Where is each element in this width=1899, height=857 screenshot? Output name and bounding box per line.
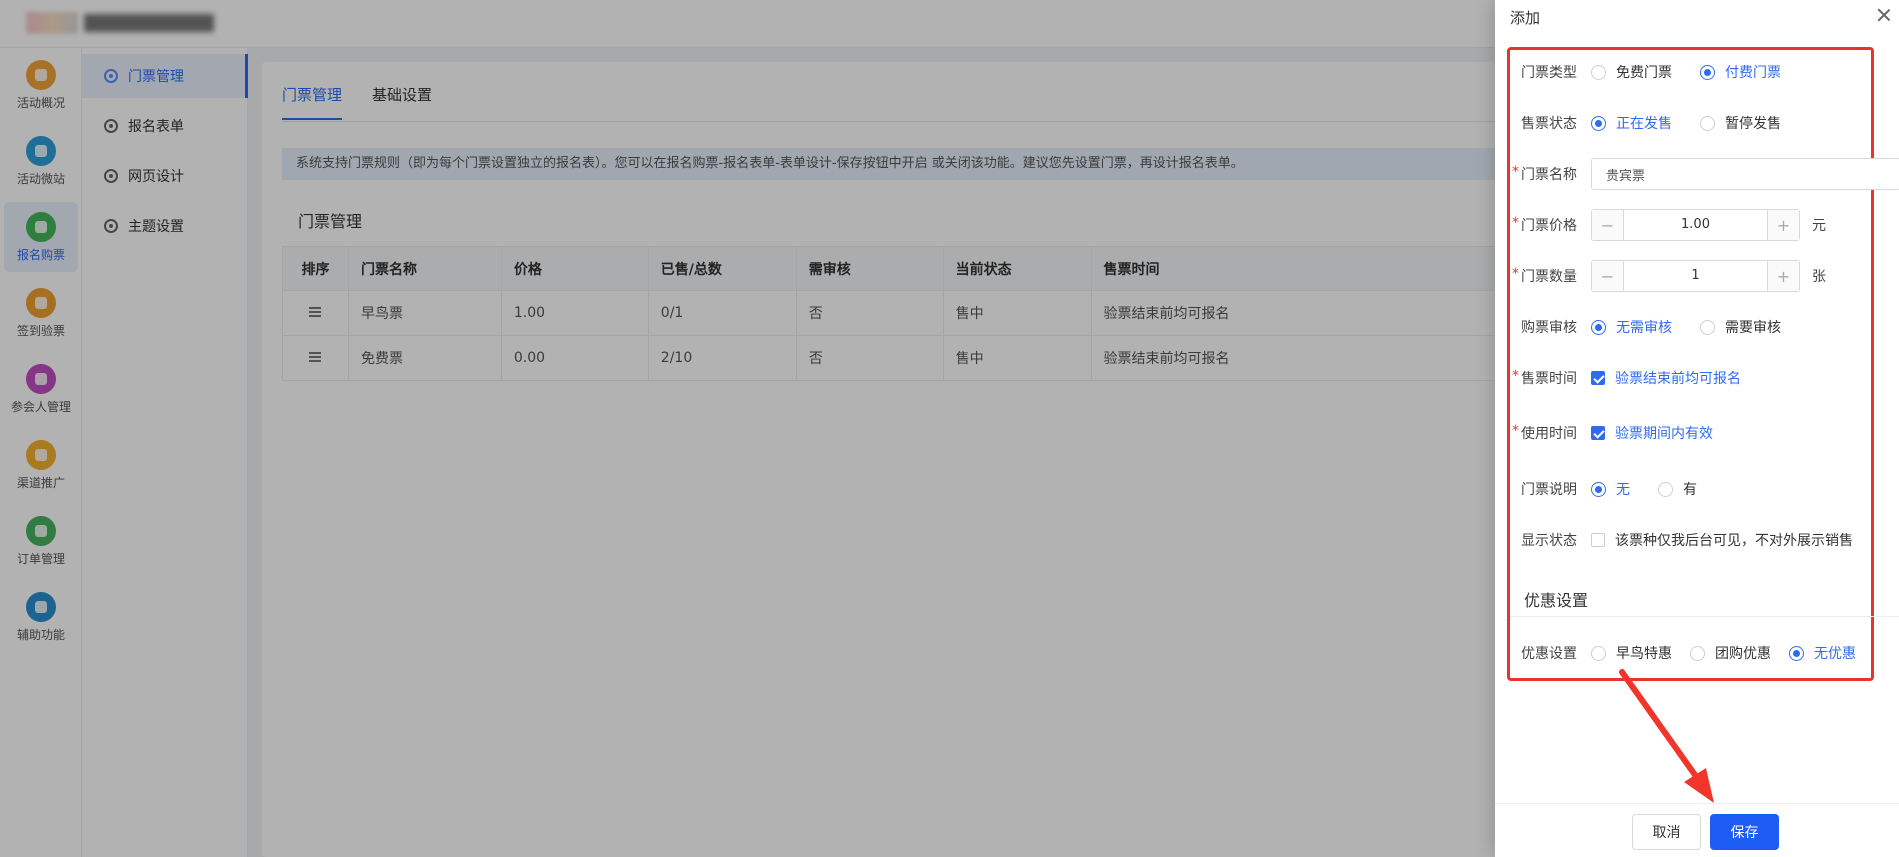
ticket-qty-row: 门票数量 − 1 + 张 xyxy=(1512,260,1826,292)
option-label: 付费门票 xyxy=(1725,65,1781,81)
discount-section-title: 优惠设置 xyxy=(1524,591,1589,610)
option-label: 暂停发售 xyxy=(1725,116,1781,132)
radio-icon xyxy=(1591,481,1606,497)
field-label: 门票名称 xyxy=(1512,164,1581,184)
ticket-name-row: 门票名称 xyxy=(1512,158,1899,190)
option-label: 有 xyxy=(1683,482,1697,498)
option-label: 无 xyxy=(1616,482,1630,498)
radio-icon xyxy=(1591,115,1606,131)
ticket-type-row: 门票类型 免费门票 付费门票 xyxy=(1521,58,1809,86)
option-label: 需要审核 xyxy=(1725,320,1781,336)
radio-on-sale[interactable]: 正在发售 xyxy=(1591,113,1672,133)
checkbox-icon xyxy=(1591,371,1605,385)
price-value[interactable]: 1.00 xyxy=(1624,210,1767,240)
field-label: 门票价格 xyxy=(1512,215,1581,235)
unit-label: 元 xyxy=(1812,218,1826,234)
option-label: 免费门票 xyxy=(1616,65,1672,81)
radio-no-description[interactable]: 无 xyxy=(1591,479,1630,499)
qty-value[interactable]: 1 xyxy=(1624,261,1767,291)
radio-icon xyxy=(1591,319,1606,335)
radio-early-bird[interactable]: 早鸟特惠 xyxy=(1591,643,1672,663)
use-time-row: 使用时间 验票期间内有效 xyxy=(1512,419,1741,447)
field-label: 优惠设置 xyxy=(1521,646,1577,662)
cancel-button[interactable]: 取消 xyxy=(1632,814,1701,850)
section-divider xyxy=(1510,616,1899,617)
radio-need-review[interactable]: 需要审核 xyxy=(1700,317,1781,337)
price-stepper: − 1.00 + xyxy=(1591,209,1800,241)
field-label: 购票审核 xyxy=(1521,320,1577,336)
save-button[interactable]: 保存 xyxy=(1710,814,1779,850)
ticket-price-row: 门票价格 − 1.00 + 元 xyxy=(1512,209,1826,241)
field-label: 门票说明 xyxy=(1521,482,1577,498)
decrement-button[interactable]: − xyxy=(1592,261,1624,291)
radio-icon xyxy=(1789,645,1804,661)
field-label: 门票数量 xyxy=(1512,266,1581,286)
radio-icon xyxy=(1658,481,1673,497)
checkbox-valid-during-check[interactable]: 验票期间内有效 xyxy=(1591,423,1713,443)
radio-pause-sale[interactable]: 暂停发售 xyxy=(1700,113,1781,133)
field-label: 显示状态 xyxy=(1521,533,1577,549)
radio-free-ticket[interactable]: 免费门票 xyxy=(1591,62,1672,82)
option-label: 团购优惠 xyxy=(1715,646,1771,662)
radio-icon xyxy=(1700,319,1715,335)
option-label: 无优惠 xyxy=(1814,646,1856,662)
sale-status-row: 售票状态 正在发售 暂停发售 xyxy=(1521,109,1809,137)
radio-icon xyxy=(1591,64,1606,80)
radio-paid-ticket[interactable]: 付费门票 xyxy=(1700,62,1781,82)
radio-icon xyxy=(1700,64,1715,80)
sale-time-row: 售票时间 验票结束前均可报名 xyxy=(1512,364,1769,392)
add-ticket-drawer: 添加 门票类型 免费门票 付费门票 售票状态 正在发售 暂停发售 门票名称 门票… xyxy=(1495,0,1899,857)
drawer-title: 添加 xyxy=(1510,9,1541,27)
close-icon[interactable] xyxy=(1875,6,1893,24)
option-label: 该票种仅我后台可见，不对外展示销售 xyxy=(1615,533,1853,549)
increment-button[interactable]: + xyxy=(1767,261,1799,291)
option-label: 无需审核 xyxy=(1616,320,1672,336)
checkbox-icon xyxy=(1591,533,1605,547)
unit-label: 张 xyxy=(1812,269,1826,285)
display-row: 显示状态 该票种仅我后台可见，不对外展示销售 xyxy=(1521,526,1881,554)
radio-group-discount[interactable]: 团购优惠 xyxy=(1690,643,1771,663)
option-label: 验票结束前均可报名 xyxy=(1615,371,1741,387)
field-label: 售票状态 xyxy=(1521,116,1577,132)
footer-divider xyxy=(1495,803,1899,804)
checkbox-backend-only[interactable]: 该票种仅我后台可见，不对外展示销售 xyxy=(1591,530,1853,550)
radio-no-review[interactable]: 无需审核 xyxy=(1591,317,1672,337)
radio-icon xyxy=(1690,645,1705,661)
radio-icon xyxy=(1700,115,1715,131)
option-label: 验票期间内有效 xyxy=(1615,426,1713,442)
checkbox-sale-until-end[interactable]: 验票结束前均可报名 xyxy=(1591,368,1741,388)
review-row: 购票审核 无需审核 需要审核 xyxy=(1521,313,1809,341)
decrement-button[interactable]: − xyxy=(1592,210,1624,240)
option-label: 正在发售 xyxy=(1616,116,1672,132)
field-label: 门票类型 xyxy=(1521,65,1577,81)
increment-button[interactable]: + xyxy=(1767,210,1799,240)
field-label: 售票时间 xyxy=(1512,368,1581,388)
radio-icon xyxy=(1591,645,1606,661)
radio-no-discount[interactable]: 无优惠 xyxy=(1789,643,1856,663)
description-row: 门票说明 无 有 xyxy=(1521,475,1725,503)
ticket-name-input[interactable] xyxy=(1591,158,1899,190)
checkbox-icon xyxy=(1591,426,1605,440)
option-label: 早鸟特惠 xyxy=(1616,646,1672,662)
discount-row: 优惠设置 早鸟特惠 团购优惠 无优惠 xyxy=(1521,639,1856,667)
qty-stepper: − 1 + xyxy=(1591,260,1800,292)
radio-has-description[interactable]: 有 xyxy=(1658,479,1697,499)
field-label: 使用时间 xyxy=(1512,423,1581,443)
